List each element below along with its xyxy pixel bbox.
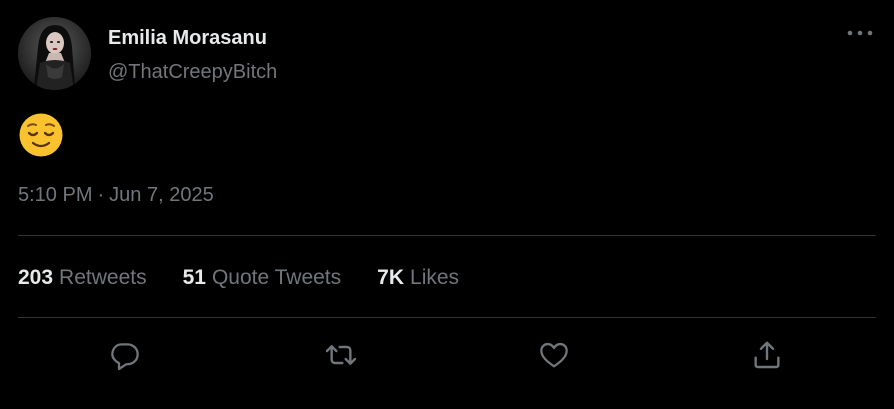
avatar[interactable]: [18, 17, 91, 90]
divider: [18, 235, 876, 236]
retweet-arrows-icon: [324, 339, 358, 371]
reply-button[interactable]: [106, 336, 144, 374]
display-name[interactable]: Emilia Morasanu: [108, 27, 267, 50]
share-button[interactable]: [748, 336, 786, 374]
retweets-count: 203: [18, 266, 54, 289]
like-button[interactable]: [535, 336, 573, 374]
upload-share-icon: [751, 339, 783, 371]
quote-tweets-label: Quote Tweets: [211, 266, 342, 289]
relieved-face-emoji: [18, 112, 64, 158]
heart-icon: [538, 339, 570, 371]
likes-count: 7K: [377, 266, 405, 289]
retweets-stat[interactable]: 203 Retweets: [18, 266, 147, 290]
quote-tweets-count: 51: [182, 266, 206, 289]
quote-tweets-stat[interactable]: 51 Quote Tweets: [183, 266, 342, 290]
ellipsis-icon[interactable]: [843, 20, 877, 46]
tweet-timestamp[interactable]: 5:10 PM · Jun 7, 2025: [18, 184, 214, 207]
engagement-stats: 203 Retweets 51 Quote Tweets 7K Likes: [18, 266, 459, 290]
retweet-button[interactable]: [322, 336, 360, 374]
tweet-time: 5:10 PM: [18, 184, 93, 206]
user-handle[interactable]: @ThatCreepyBitch: [108, 61, 277, 84]
tweet-detail: Emilia Morasanu @ThatCreepyBitch 5:10 PM…: [0, 0, 894, 409]
tweet-date: Jun 7, 2025: [109, 184, 214, 206]
timestamp-separator: ·: [97, 184, 105, 206]
speech-bubble-icon: [109, 339, 141, 371]
likes-label: Likes: [410, 266, 460, 289]
divider: [18, 317, 876, 318]
likes-stat[interactable]: 7K Likes: [377, 266, 459, 290]
retweets-label: Retweets: [59, 266, 147, 289]
